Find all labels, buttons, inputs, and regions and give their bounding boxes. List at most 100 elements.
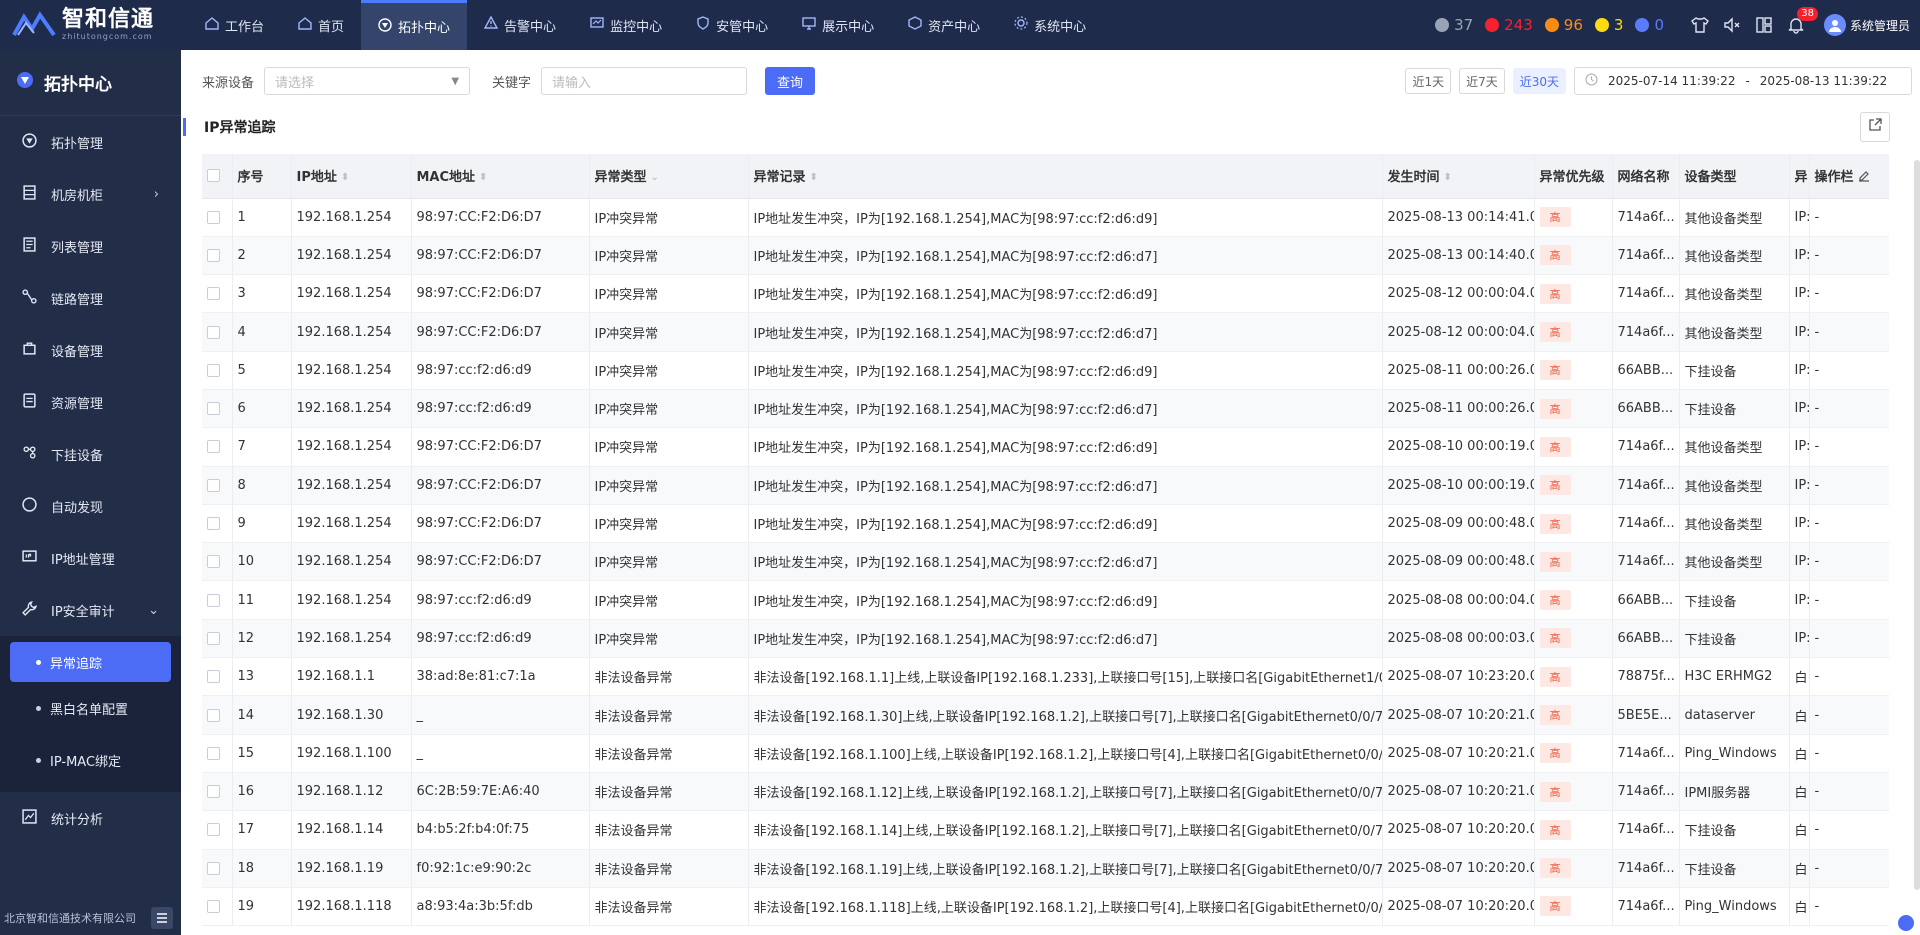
row-checkbox[interactable] (207, 402, 220, 416)
row-checkbox[interactable] (207, 210, 220, 224)
table-row[interactable]: 5 192.168.1.254 98:97:cc:f2:d6:d9 IP冲突异常 IP地… (202, 351, 1889, 390)
fullscreen-icon[interactable] (184, 870, 200, 886)
table-row[interactable]: 1 192.168.1.254 98:97:CC:F2:D6:D7 IP冲突异常 IP地… (202, 198, 1889, 237)
row-checkbox[interactable] (207, 823, 220, 837)
edit-columns-icon[interactable] (1858, 170, 1870, 185)
keyword-input[interactable]: 请输入 (541, 67, 748, 95)
column-header-0[interactable]: 序号 (232, 154, 292, 199)
sort-icon[interactable]: ⬍ (1444, 172, 1452, 183)
table-row[interactable]: 10 192.168.1.254 98:97:CC:F2:D6:D7 IP冲突异常 IP… (202, 542, 1889, 582)
column-header-4[interactable]: 异常记录 ⬍ (748, 154, 1383, 199)
sidebar-item-1[interactable]: 机房机柜 › (0, 168, 181, 220)
table-row[interactable]: 9 192.168.1.254 98:97:CC:F2:D6:D7 IP冲突异常 IP地… (202, 504, 1889, 544)
table-row[interactable]: 4 192.168.1.254 98:97:CC:F2:D6:D7 IP冲突异常 IP地… (202, 312, 1889, 352)
topnav-item-5[interactable]: 安管中心 (679, 0, 785, 50)
topnav-item-8[interactable]: 系统中心 (997, 0, 1103, 50)
table-row[interactable]: 2 192.168.1.254 98:97:CC:F2:D6:D7 IP冲突异常 IP地… (202, 236, 1889, 276)
filter-chevron-icon[interactable]: ⌄ (651, 172, 659, 183)
sort-icon[interactable]: ⬍ (479, 172, 487, 183)
row-checkbox[interactable] (207, 593, 220, 607)
table-row[interactable]: 18 192.168.1.19 f0:92:1c:e9:90:2c 非法设备异常 非法设… (202, 849, 1889, 888)
column-header-3[interactable]: 异常类型 ⌄ (589, 154, 749, 199)
column-header-7[interactable]: 网络名称 (1612, 154, 1680, 199)
topnav-item-3[interactable]: 告警中心 (467, 0, 573, 50)
table-row[interactable]: 15 192.168.1.100 _ 非法设备异常 非法设备[192.168.1.100… (202, 734, 1889, 773)
table-row[interactable]: 6 192.168.1.254 98:97:cc:f2:d6:d9 IP冲突异常 IP地… (202, 389, 1889, 429)
user-menu[interactable]: 系统管理员 (1823, 14, 1910, 36)
table-row[interactable]: 11 192.168.1.254 98:97:cc:f2:d6:d9 IP冲突异常 IP… (202, 580, 1889, 620)
status-count-3[interactable]: 3 (1594, 16, 1623, 34)
row-checkbox[interactable] (207, 363, 220, 377)
sidebar-item-4[interactable]: 设备管理 (0, 324, 181, 376)
row-checkbox[interactable] (207, 746, 220, 760)
select-all-checkbox[interactable] (207, 169, 220, 183)
column-header-9[interactable]: 异 (1789, 154, 1810, 199)
assistant-icon[interactable] (1898, 915, 1914, 931)
table-row[interactable]: 14 192.168.1.30 _ 非法设备异常 非法设备[192.168.1.30]上… (202, 695, 1889, 735)
sidebar-item-2[interactable]: 列表管理 (0, 220, 181, 272)
sidebar-item-0[interactable]: 拓扑管理 (0, 116, 181, 168)
bell-icon[interactable]: 38 (1784, 7, 1818, 37)
source-device-select[interactable]: 请选择 ▼ (264, 67, 471, 95)
row-checkbox[interactable] (207, 325, 220, 339)
table-row[interactable]: 7 192.168.1.254 98:97:CC:F2:D6:D7 IP冲突异常 IP地… (202, 427, 1889, 467)
sidebar-item-9[interactable]: IP安全审计 ⌄ (0, 584, 181, 636)
topnav-item-6[interactable]: 展示中心 (785, 0, 891, 50)
topnav-item-0[interactable]: 工作台 (188, 0, 281, 50)
sort-icon[interactable]: ⬍ (341, 172, 349, 183)
menu-toggle-icon[interactable] (151, 907, 173, 929)
status-count-4[interactable]: 0 (1635, 16, 1664, 34)
row-checkbox[interactable] (207, 287, 220, 301)
sidebar-item-3[interactable]: 链路管理 (0, 272, 181, 324)
quick-range-button-1[interactable]: 近7天 (1459, 68, 1505, 94)
mute-icon[interactable] (1720, 13, 1744, 37)
status-count-2[interactable]: 96 (1544, 16, 1583, 34)
sort-icon[interactable]: ⬍ (810, 172, 818, 183)
topnav-item-4[interactable]: 监控中心 (573, 0, 679, 50)
sidebar-item-6[interactable]: 下挂设备 (0, 428, 181, 480)
table-row[interactable]: 16 192.168.1.12 6C:2B:59:7E:A6:40 非法设备异常 非法设… (202, 772, 1889, 812)
date-range-picker[interactable]: 2025-07-14 11:39:22 - 2025-08-13 11:39:2… (1574, 67, 1912, 95)
row-checkbox[interactable] (207, 555, 220, 569)
row-checkbox[interactable] (207, 785, 220, 799)
quick-range-button-0[interactable]: 近1天 (1405, 68, 1452, 94)
column-header-10[interactable]: 操作栏 (1809, 154, 1889, 199)
quick-range-button-2[interactable]: 近30天 (1512, 68, 1566, 94)
row-checkbox[interactable] (207, 670, 220, 684)
column-header-2[interactable]: MAC地址 ⬍ (411, 154, 590, 199)
sidebar-subitem-2[interactable]: IP-MAC绑定 (0, 734, 181, 786)
sidebar-item-8[interactable]: IP地址管理 (0, 532, 181, 584)
column-header-6[interactable]: 异常优先级 (1534, 154, 1613, 199)
status-count-0[interactable]: 37 (1435, 16, 1473, 34)
row-checkbox[interactable] (207, 708, 220, 722)
topnav-item-2[interactable]: 拓扑中心 (361, 0, 468, 50)
sidebar-subitem-1[interactable]: 黑白名单配置 (0, 682, 181, 734)
layout-icon[interactable] (1752, 13, 1776, 37)
row-checkbox[interactable] (207, 440, 220, 454)
row-checkbox[interactable] (207, 478, 220, 492)
column-header-8[interactable]: 设备类型 (1679, 154, 1790, 199)
table-row[interactable]: 19 192.168.1.118 a8:93:4a:3b:5f:db 非法设备异常 非法… (202, 887, 1889, 927)
topnav-item-7[interactable]: 资产中心 (891, 0, 997, 50)
column-header-1[interactable]: IP地址 ⬍ (291, 154, 412, 199)
table-scrollbar[interactable] (1914, 160, 1920, 890)
export-button[interactable] (1860, 112, 1890, 142)
row-checkbox[interactable] (207, 248, 220, 262)
table-row[interactable]: 3 192.168.1.254 98:97:CC:F2:D6:D7 IP冲突异常 IP地… (202, 274, 1889, 314)
table-row[interactable]: 17 192.168.1.14 b4:b5:2f:b4:0f:75 非法设备异常 非法设… (202, 810, 1889, 850)
column-header-5[interactable]: 发生时间 ⬍ (1382, 154, 1535, 199)
table-row[interactable]: 13 192.168.1.1 38:ad:8e:81:c7:1a 非法设备异常 非法设备… (202, 657, 1889, 697)
sidebar-subitem-0[interactable]: 异常追踪 (10, 642, 171, 682)
row-checkbox[interactable] (207, 631, 220, 645)
topnav-item-1[interactable]: 首页 (281, 0, 361, 50)
logo[interactable]: 智和信通 zhitutongcom.com (0, 0, 180, 50)
table-row[interactable]: 12 192.168.1.254 98:97:cc:f2:d6:d9 IP冲突异常 IP… (202, 619, 1889, 659)
row-checkbox[interactable] (207, 517, 220, 531)
query-button[interactable]: 查询 (765, 67, 816, 95)
sidebar-item-7[interactable]: 自动发现 (0, 480, 181, 532)
sidebar-item-after-0[interactable]: 统计分析 (0, 792, 181, 844)
row-checkbox[interactable] (207, 899, 220, 913)
status-count-1[interactable]: 243 (1485, 16, 1533, 34)
row-checkbox[interactable] (207, 861, 220, 875)
table-row[interactable]: 8 192.168.1.254 98:97:CC:F2:D6:D7 IP冲突异常 IP地… (202, 466, 1889, 505)
